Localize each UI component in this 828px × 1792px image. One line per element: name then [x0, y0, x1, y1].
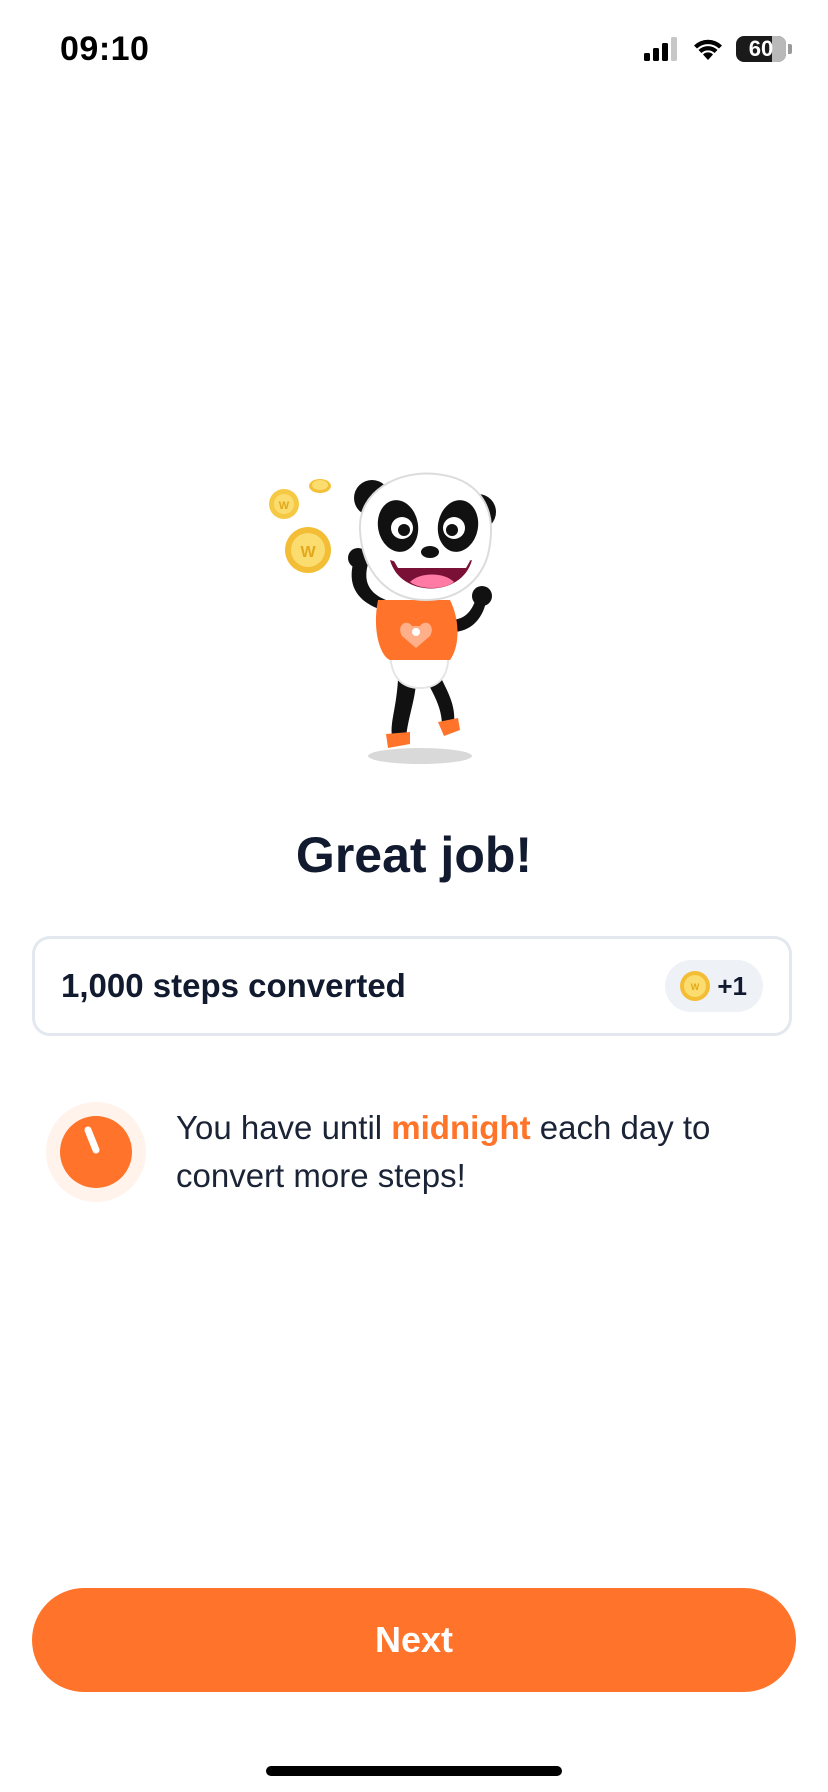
status-icons: 60 [644, 36, 792, 62]
signal-icon [644, 37, 677, 61]
svg-text:W: W [279, 500, 290, 512]
wifi-icon [694, 39, 722, 60]
next-button[interactable]: Next [32, 1588, 796, 1692]
panda-mascot: W W [269, 472, 496, 764]
status-time: 09:10 [60, 30, 150, 68]
reward-value: +1 [717, 970, 747, 1001]
timer-icon [46, 1102, 146, 1202]
coin-icon [309, 479, 331, 493]
coin-icon: W [269, 489, 299, 519]
coin-icon: W [680, 971, 711, 1001]
reminder-text: You have until midnight each day to conv… [176, 1104, 776, 1200]
status-bar: 09:10 60 [0, 0, 828, 100]
page-title: Great job! [295, 827, 533, 883]
battery-icon: 60 [736, 36, 786, 62]
home-indicator[interactable] [266, 1766, 562, 1776]
reminder-highlight: midnight [391, 1109, 531, 1146]
svg-text:W: W [300, 544, 316, 561]
coin-icon: W [285, 527, 331, 573]
svg-text:W: W [691, 982, 700, 992]
steps-converted-card: 1,000 steps converted W +1 [32, 936, 792, 1036]
battery-tip [788, 44, 792, 54]
battery-level: 60 [748, 36, 774, 61]
reminder-text-start: You have until [176, 1109, 392, 1146]
steps-converted-label: 1,000 steps converted [61, 967, 406, 1004]
reward-badge: W +1 [665, 960, 763, 1012]
reminder: You have until midnight each day to conv… [44, 1100, 804, 1210]
